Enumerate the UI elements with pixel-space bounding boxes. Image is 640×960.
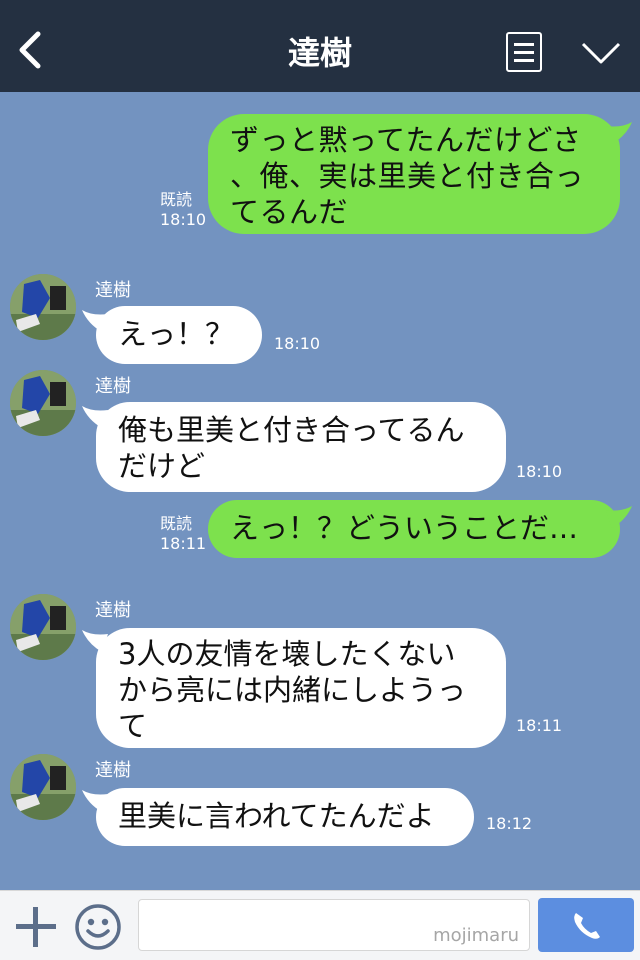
message-text: ずっと黙ってたんだけどさ 、俺、実は里美と付き合っ てるんだ	[230, 123, 585, 229]
message-time: 18:10	[516, 462, 563, 481]
menu-icon[interactable]	[506, 32, 542, 72]
chat-title: 達樹	[287, 34, 352, 72]
message-time: 18:10	[160, 210, 207, 229]
sender-name: 達樹	[95, 600, 131, 621]
input-bar: mojimaru	[0, 890, 640, 960]
their-message-bubble[interactable]: えっ！？	[96, 306, 262, 364]
avatar-image	[10, 754, 76, 820]
avatar-image	[10, 594, 76, 660]
my-message-bubble[interactable]: えっ！？どういうことだ…	[208, 500, 620, 558]
message-text: えっ！？どういうことだ…	[230, 511, 579, 545]
message-text: えっ！？	[118, 317, 235, 351]
sender-name: 達樹	[95, 280, 131, 301]
bubble-tail	[606, 506, 632, 528]
message-text: 3人の友情を壊したくない から亮には内緒にしようっ て	[118, 637, 467, 743]
message-meta: 既読 18:11	[160, 514, 206, 554]
avatar[interactable]	[10, 594, 76, 660]
avatar-image	[10, 370, 76, 436]
chevron-down-icon[interactable]	[580, 40, 622, 66]
avatar[interactable]	[10, 370, 76, 436]
read-receipt: 既読	[160, 190, 193, 209]
read-receipt: 既読	[160, 514, 193, 533]
chat-header: 達樹	[0, 0, 640, 92]
sender-name: 達樹	[95, 760, 131, 781]
message-time: 18:11	[516, 716, 563, 735]
their-message-bubble[interactable]: 里美に言われてたんだよ	[96, 788, 474, 846]
avatar[interactable]	[10, 754, 76, 820]
message-text: 里美に言われてたんだよ	[118, 799, 435, 833]
smile-icon[interactable]	[74, 903, 122, 951]
my-message-bubble[interactable]: ずっと黙ってたんだけどさ 、俺、実は里美と付き合っ てるんだ	[208, 114, 620, 234]
call-button[interactable]	[538, 898, 634, 952]
watermark: mojimaru	[433, 925, 519, 946]
message-meta: 既読 18:10	[160, 190, 206, 230]
avatar[interactable]	[10, 274, 76, 340]
chat-area[interactable]: 既読 18:10 ずっと黙ってたんだけどさ 、俺、実は里美と付き合っ てるんだ …	[0, 92, 640, 890]
message-input[interactable]: mojimaru	[138, 899, 530, 951]
avatar-image	[10, 274, 76, 340]
message-time: 18:10	[274, 334, 321, 353]
plus-icon[interactable]	[14, 905, 58, 949]
their-message-bubble[interactable]: 俺も里美と付き合ってるん だけど	[96, 402, 506, 492]
bubble-tail	[606, 122, 632, 144]
message-time: 18:12	[486, 814, 533, 833]
message-time: 18:11	[160, 534, 207, 553]
phone-icon	[574, 913, 600, 939]
their-message-bubble[interactable]: 3人の友情を壊したくない から亮には内緒にしようっ て	[96, 628, 506, 748]
message-text: 俺も里美と付き合ってるん だけど	[118, 413, 465, 483]
sender-name: 達樹	[95, 376, 131, 397]
